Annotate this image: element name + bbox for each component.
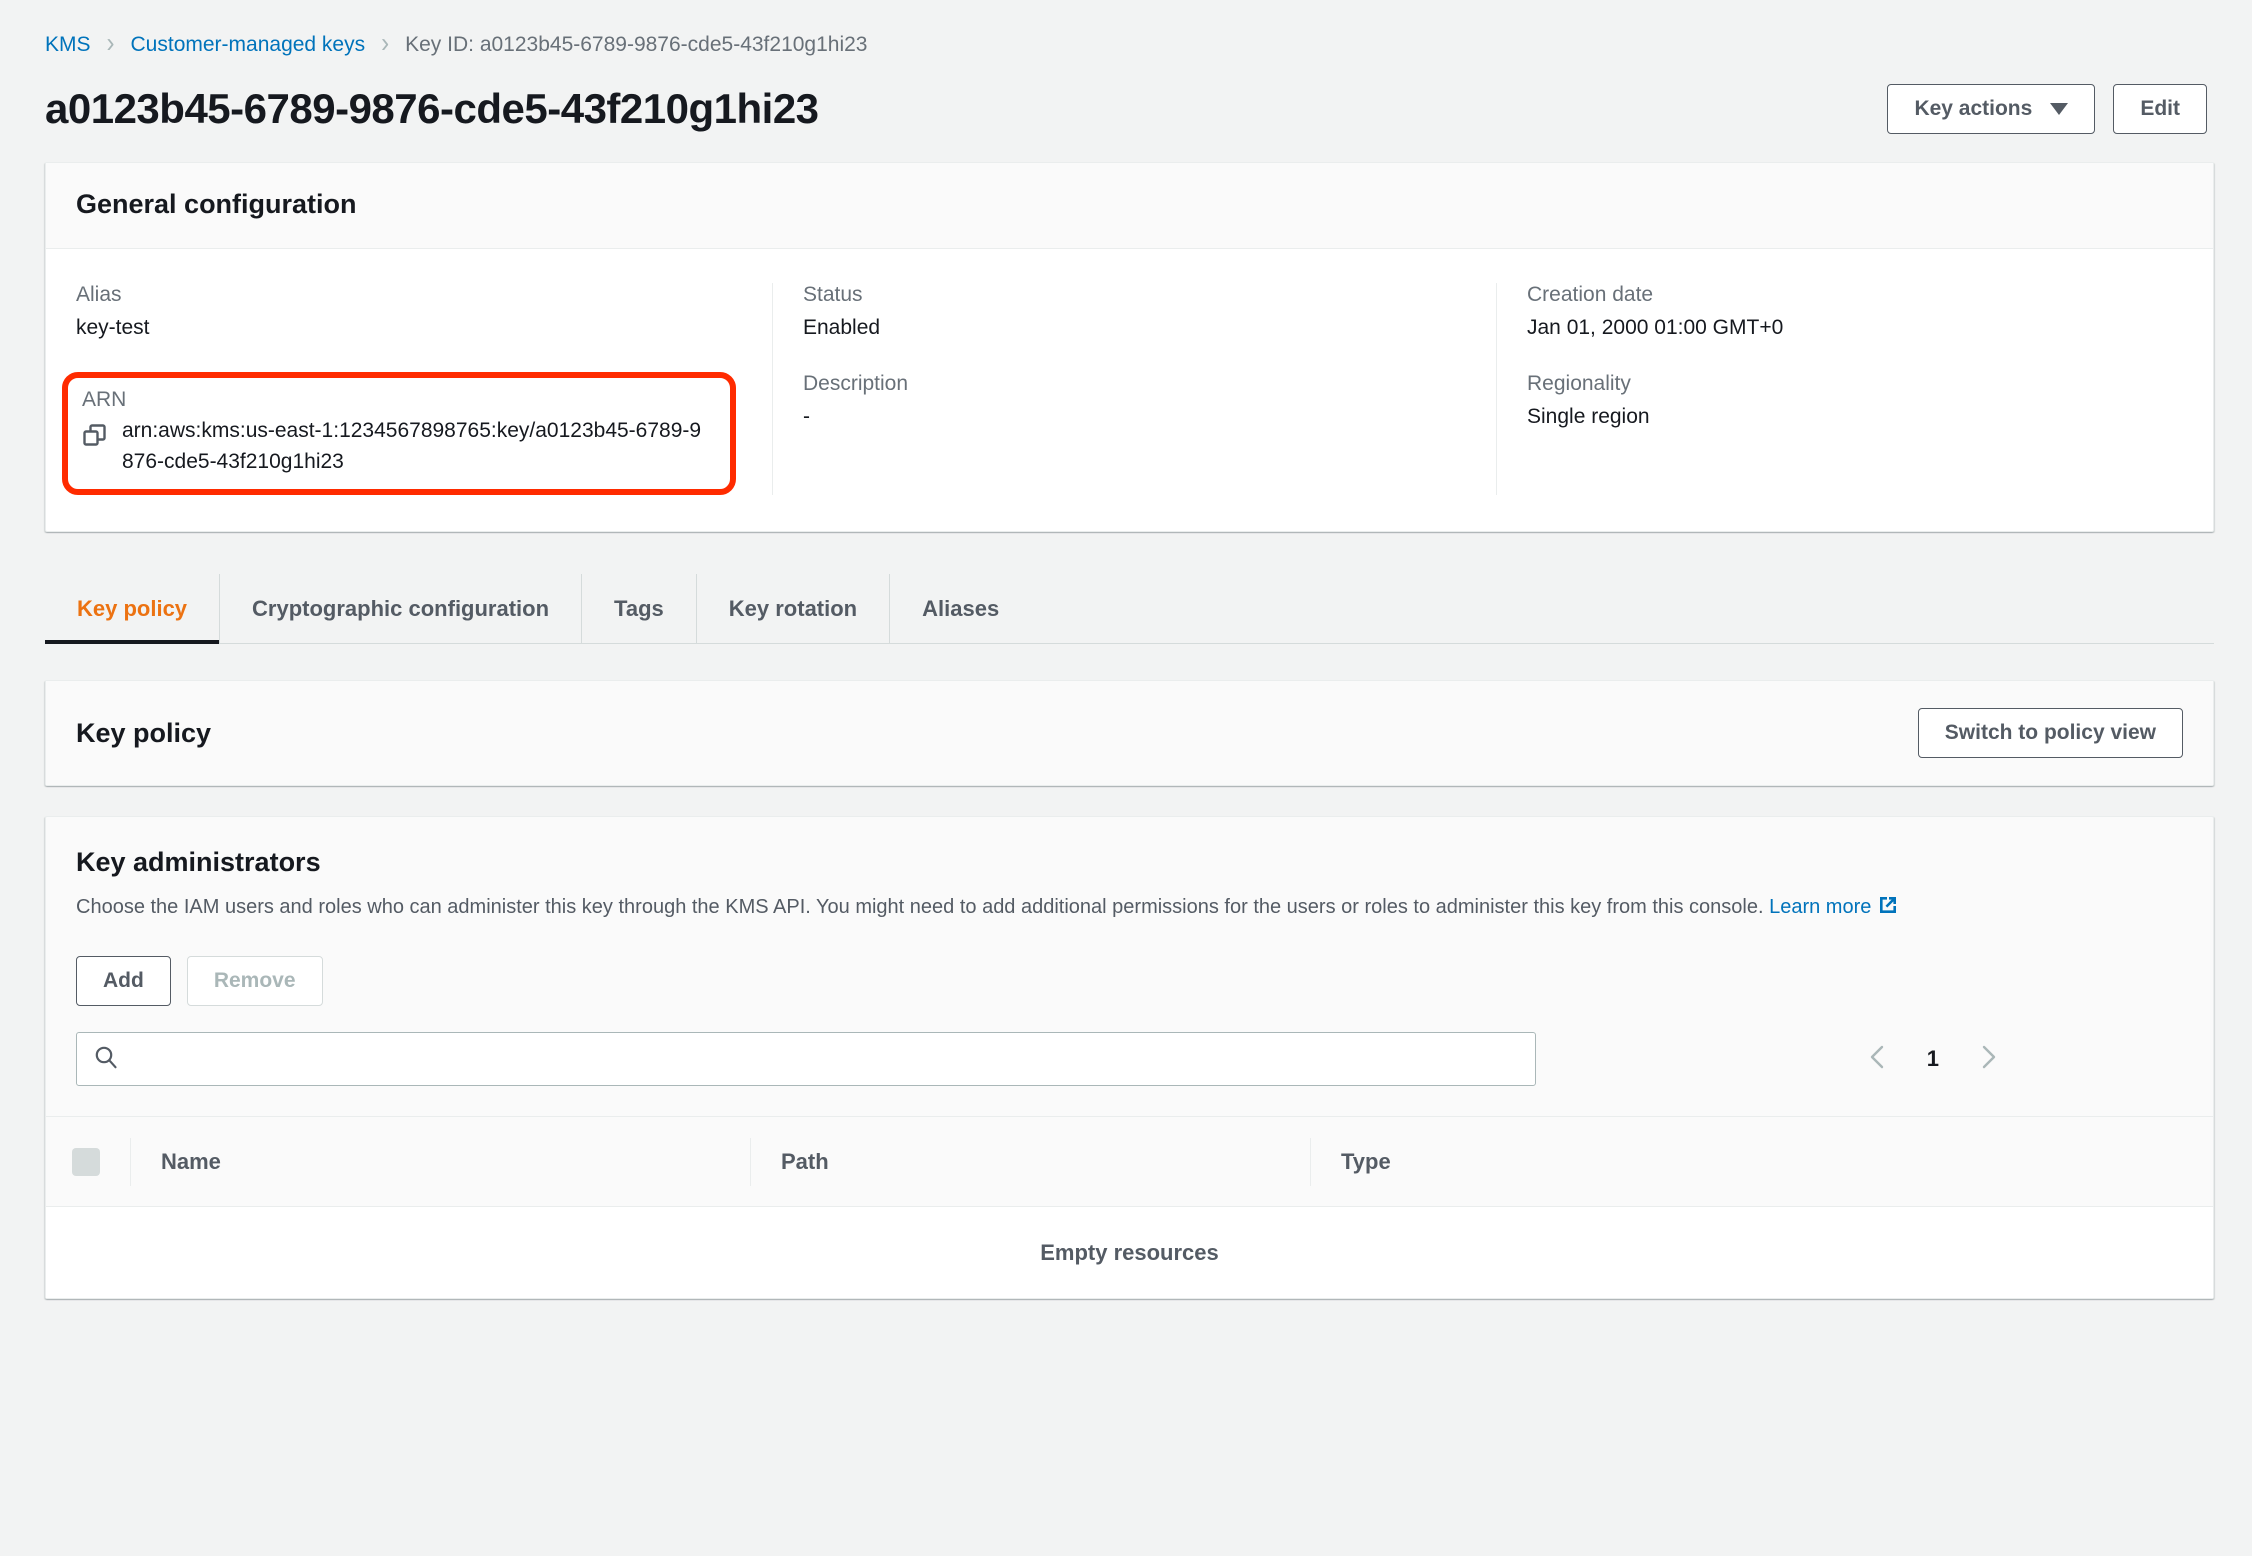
- select-all-checkbox-cell: [46, 1138, 130, 1186]
- status-field: Status Enabled: [803, 283, 1466, 342]
- tab-aliases[interactable]: Aliases: [890, 574, 1031, 643]
- column-header-path[interactable]: Path: [750, 1138, 1310, 1186]
- general-configuration-body: Alias key-test ARN arn:aws:kms:us-east-1…: [46, 249, 2213, 531]
- key-actions-button[interactable]: Key actions: [1887, 84, 2095, 134]
- arn-field-highlighted: ARN arn:aws:kms:us-east-1:1234567898765:…: [62, 372, 736, 495]
- key-policy-card: Key policy Switch to policy view: [45, 680, 2214, 786]
- search-icon: [93, 1044, 119, 1075]
- breadcrumb-separator-icon: ›: [381, 30, 389, 58]
- breadcrumb-separator-icon: ›: [107, 30, 115, 58]
- page-title: a0123b45-6789-9876-cde5-43f210g1hi23: [45, 85, 819, 133]
- key-actions-label: Key actions: [1914, 97, 2032, 121]
- key-administrators-head: Key administrators Choose the IAM users …: [46, 817, 2213, 926]
- page-header: a0123b45-6789-9876-cde5-43f210g1hi23 Key…: [0, 56, 2252, 134]
- general-configuration-column-2: Status Enabled Description -: [772, 283, 1496, 495]
- pagination-page-number[interactable]: 1: [1927, 1046, 1939, 1072]
- search-input[interactable]: [133, 1046, 1519, 1072]
- key-administrators-description-text: Choose the IAM users and roles who can a…: [76, 896, 1764, 918]
- status-value: Enabled: [803, 313, 1466, 342]
- chevron-left-icon[interactable]: [1863, 1042, 1893, 1077]
- description-label: Description: [803, 372, 1466, 396]
- tab-key-rotation[interactable]: Key rotation: [697, 574, 890, 643]
- key-administrators-filter-row: 1: [46, 1006, 2213, 1116]
- description-value: -: [803, 402, 1466, 431]
- creation-date-value: Jan 01, 2000 01:00 GMT+0: [1527, 313, 2183, 342]
- chevron-down-icon: [2050, 103, 2068, 115]
- creation-date-label: Creation date: [1527, 283, 2183, 307]
- key-administrators-card: Key administrators Choose the IAM users …: [45, 816, 2214, 1299]
- general-configuration-card: General configuration Alias key-test ARN…: [45, 162, 2214, 532]
- tab-key-policy[interactable]: Key policy: [45, 574, 220, 643]
- regionality-field: Regionality Single region: [1527, 372, 2183, 431]
- key-administrators-title: Key administrators: [76, 847, 2183, 878]
- add-button[interactable]: Add: [76, 956, 171, 1006]
- alias-label: Alias: [76, 283, 742, 307]
- breadcrumb: KMS › Customer-managed keys › Key ID: a0…: [0, 0, 2252, 56]
- arn-value: arn:aws:kms:us-east-1:1234567898765:key/…: [122, 416, 712, 477]
- column-header-name[interactable]: Name: [130, 1138, 750, 1186]
- regionality-label: Regionality: [1527, 372, 2183, 396]
- general-configuration-column-3: Creation date Jan 01, 2000 01:00 GMT+0 R…: [1496, 283, 2213, 495]
- arn-label: ARN: [82, 388, 716, 412]
- switch-to-policy-view-button[interactable]: Switch to policy view: [1918, 708, 2183, 758]
- key-administrators-description: Choose the IAM users and roles who can a…: [76, 892, 2116, 926]
- key-policy-header: Key policy Switch to policy view: [46, 681, 2213, 785]
- copy-icon[interactable]: [82, 423, 108, 454]
- table-header-row: Name Path Type: [46, 1116, 2213, 1206]
- remove-button: Remove: [187, 956, 323, 1006]
- breadcrumb-item-kms[interactable]: KMS: [45, 34, 91, 55]
- page-actions: Key actions Edit: [1887, 84, 2207, 134]
- table-empty-state: Empty resources: [46, 1206, 2213, 1298]
- pagination: 1: [1863, 1042, 2003, 1077]
- creation-date-field: Creation date Jan 01, 2000 01:00 GMT+0: [1527, 283, 2183, 342]
- breadcrumb-item-customer-managed-keys[interactable]: Customer-managed keys: [131, 34, 366, 55]
- empty-resources-text: Empty resources: [1040, 1240, 1219, 1266]
- description-field: Description -: [803, 372, 1466, 431]
- select-all-checkbox: [72, 1148, 100, 1176]
- arn-value-row: arn:aws:kms:us-east-1:1234567898765:key/…: [82, 416, 716, 477]
- tab-bar: Key policy Cryptographic configuration T…: [45, 574, 2214, 644]
- general-configuration-title: General configuration: [76, 189, 357, 220]
- column-header-type[interactable]: Type: [1310, 1138, 2213, 1186]
- general-configuration-header: General configuration: [46, 163, 2213, 249]
- key-administrators-toolbar: Add Remove: [46, 926, 2213, 1006]
- learn-more-link[interactable]: Learn more: [1769, 896, 1871, 918]
- general-configuration-column-1: Alias key-test ARN arn:aws:kms:us-east-1…: [46, 283, 772, 495]
- chevron-right-icon[interactable]: [1973, 1042, 2003, 1077]
- external-link-icon[interactable]: [1877, 894, 1899, 926]
- key-policy-title: Key policy: [76, 718, 211, 749]
- edit-button[interactable]: Edit: [2113, 84, 2207, 134]
- regionality-value: Single region: [1527, 402, 2183, 431]
- tab-cryptographic-configuration[interactable]: Cryptographic configuration: [220, 574, 582, 643]
- search-box[interactable]: [76, 1032, 1536, 1086]
- breadcrumb-item-key-id: Key ID: a0123b45-6789-9876-cde5-43f210g1…: [405, 34, 867, 55]
- status-label: Status: [803, 283, 1466, 307]
- alias-field: Alias key-test: [76, 283, 742, 342]
- alias-value: key-test: [76, 313, 742, 342]
- tab-tags[interactable]: Tags: [582, 574, 697, 643]
